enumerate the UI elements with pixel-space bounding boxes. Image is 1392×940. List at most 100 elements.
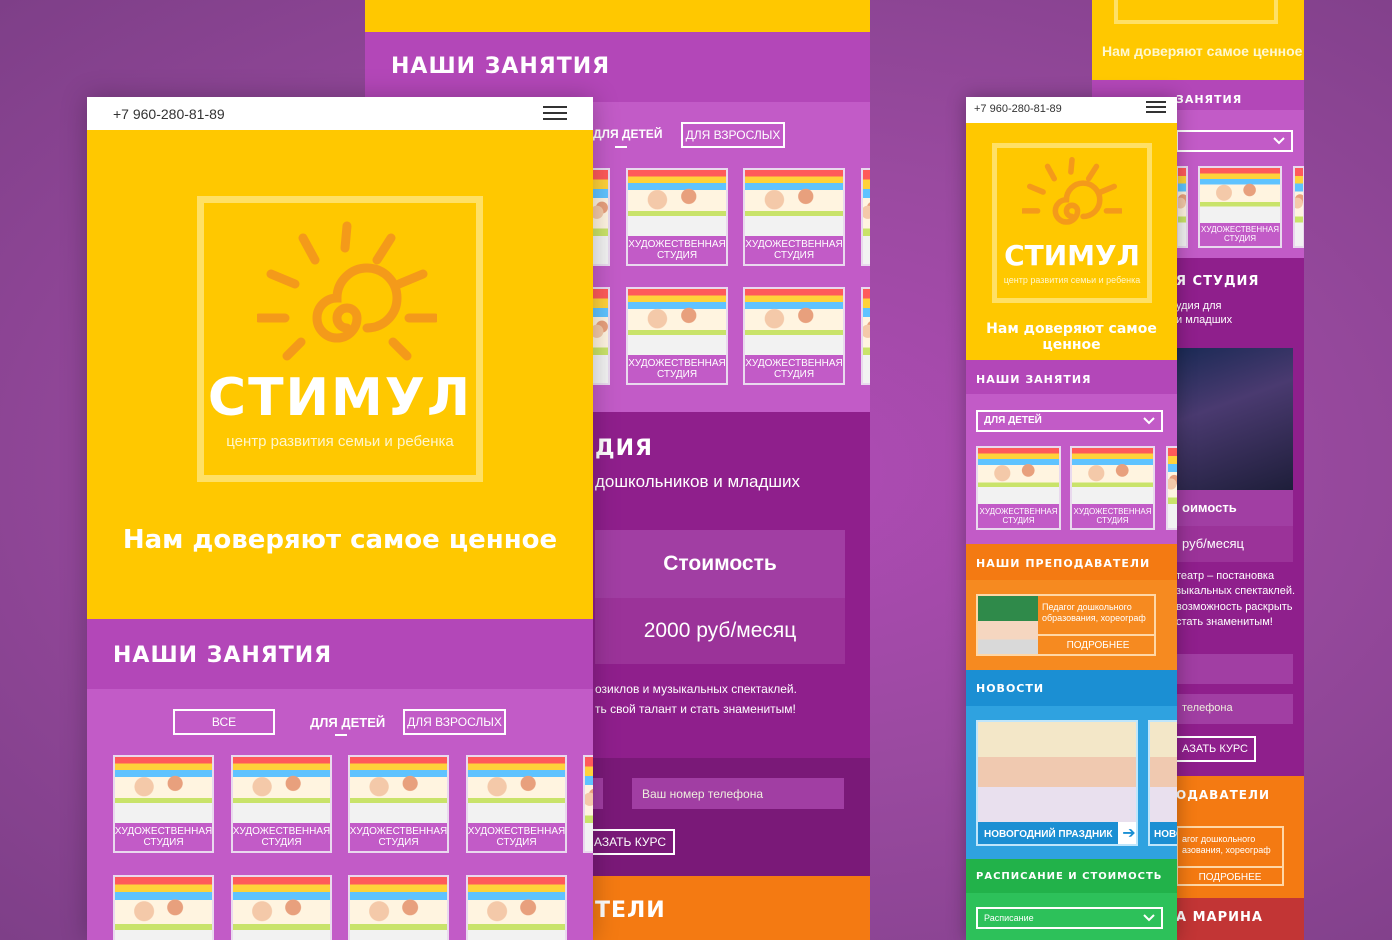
back-phone-logo-frame [1114,0,1278,24]
course-card[interactable]: ХУДОЖЕСТВЕННАЯ СТУДИЯ [1070,446,1155,530]
news-card[interactable]: НОВОГОДНИЙ ПРАЗДНИК ➔ [976,720,1138,846]
back-filter-adults[interactable]: ДЛЯ ВЗРОСЛЫХ [681,122,785,148]
course-card[interactable]: ХУДОЖЕСТВЕННАЯ СТУДИЯ [231,755,332,853]
schedule-title: РАСПИСАНИЕ И СТОИМОСТЬ [976,871,1163,882]
course-card[interactable] [590,287,610,385]
back-phone-phone-input[interactable]: телефона [1176,694,1293,724]
phone-news-list: НОВОГОДНИЙ ПРАЗДНИК ➔ НОВО [966,706,1177,859]
back-phone-order-button[interactable]: АЗАТЬ КУРС [1176,736,1256,762]
course-card[interactable]: ХУДОЖЕСТВЕННАЯ СТУДИЯ [348,755,449,853]
back-classes-title: НАШИ ЗАНЯТИЯ [391,54,611,79]
course-card[interactable] [1176,166,1188,248]
hero-slogan: Нам доверяют самое ценное [122,525,558,555]
back-phone-hero: Нам доверяют самое ценное [1092,0,1304,80]
back-phone-text-4: стать знаменитым! [1176,616,1273,628]
course-card[interactable]: ХУДОЖЕСТВЕННАЯ СТУДИЯ [743,168,845,266]
sun-logo-icon [257,221,437,361]
course-card[interactable] [231,875,332,940]
back-hero-strip [365,0,870,32]
course-card[interactable]: ХУДОЖЕСТВЕННАЯ СТУДИЯ [626,287,728,385]
chevron-down-icon [1273,137,1285,145]
back-name-input[interactable] [593,778,603,809]
back-phone-filter-select[interactable] [1176,130,1293,152]
back-phone-teacher-card[interactable]: агог дошкольного азования, хореограф ПОД… [1176,826,1284,886]
back-phone-name-input[interactable] [1176,654,1293,684]
course-card[interactable] [1293,166,1304,248]
phone-classes-header: НАШИ ЗАНЯТИЯ [966,360,1177,394]
top-bar: +7 960-280-81-89 [87,97,593,130]
course-card[interactable] [466,875,567,940]
phone-top-bar: +7 960-280-81-89 [966,97,1177,123]
news-title: НОВОСТИ [976,682,1045,695]
hamburger-menu-icon[interactable] [543,102,567,124]
filter-select[interactable]: ДЛЯ ДЕТЕЙ [976,410,1163,432]
sun-logo-icon [1022,157,1122,225]
back-phone-desc-2: и младших [1176,314,1233,326]
schedule-select[interactable]: Расписание [976,907,1163,929]
course-card[interactable] [861,168,870,266]
logo-name: СТИМУЛ [207,368,473,428]
classes-grid: ВСЕ ДЛЯ ДЕТЕЙ ДЛЯ ВЗРОСЛЫХ ХУДОЖЕСТВЕННА… [87,689,593,940]
back-phone-text-1: театр – постановка [1176,570,1275,582]
course-card[interactable]: ХУДОЖЕСТВЕННАЯ СТУДИЯ [626,168,728,266]
logo-tagline: центр развития семьи и ребенка [1003,275,1141,285]
back-phone-teachers-title: ОДАВАТЕЛИ [1176,788,1271,802]
course-card[interactable] [113,875,214,940]
phone-hero: СТИМУЛ центр развития семьи и ребенка На… [966,123,1177,360]
back-order-button[interactable]: АЗАТЬ КУРС [587,829,675,855]
back-phone-price-label: оимость [1182,500,1237,515]
hero-slogan: Нам доверяют самое ценное [986,321,1157,353]
course-card[interactable] [348,875,449,940]
news-caption-bar: НОВОГОДНИЙ ПРАЗДНИК ➔ [978,822,1136,844]
filter-all-button[interactable]: ВСЕ [173,709,275,735]
course-card[interactable] [583,755,593,853]
theater-photo [1176,348,1293,490]
course-card[interactable]: ХУДОЖЕСТВЕННАЯ СТУДИЯ [976,446,1061,530]
course-card[interactable] [861,287,870,385]
classes-title: НАШИ ЗАНЯТИЯ [113,643,333,668]
news-caption-bar: НОВО [1150,822,1177,844]
back-phone-text-3: возможность раскрыть [1176,601,1293,613]
back-phone-price-box: руб/месяц [1176,526,1293,562]
course-card[interactable]: ХУДОЖЕСТВЕННАЯ СТУДИЯ [743,287,845,385]
back-price-box: 2000 руб/месяц [595,598,845,664]
back-filter-kids[interactable]: ДЛЯ ДЕТЕЙ [593,127,662,141]
filter-adults-button[interactable]: ДЛЯ ВЗРОСЛЫХ [403,709,506,735]
teacher-more-button[interactable]: ПОДРОБНЕЕ [1038,634,1154,651]
back-price-value: 2000 руб/месяц [643,619,797,642]
phone-number[interactable]: +7 960-280-81-89 [974,103,1062,115]
back-phone-teacher-name: А МАРИНА [1176,910,1263,925]
news-caption: НОВОГОДНИЙ ПРАЗДНИК [984,829,1113,840]
back-studio-desc: дошкольников и младших [595,472,801,491]
phone-number[interactable]: +7 960-280-81-89 [113,106,225,122]
teachers-title: НАШИ ПРЕПОДАВАТЕЛИ [976,557,1151,570]
news-photo [978,722,1136,822]
hero-section: СТИМУЛ центр развития семьи и ребенка На… [87,130,593,619]
front-tablet-mockup: +7 960-280-81-89 СТИМУЛ центр развития с… [87,97,593,940]
filter-kids-tab[interactable]: ДЛЯ ДЕТЕЙ [310,715,385,730]
course-card[interactable]: ХУДОЖЕСТВЕННАЯ СТУДИЯ [1198,166,1282,248]
logo-tagline: центр развития семьи и ребенка [226,433,454,450]
front-phone-mockup: +7 960-280-81-89 СТИМУЛ центр развития с… [966,97,1177,940]
course-card[interactable] [1166,446,1177,530]
filter-select-value: ДЛЯ ДЕТЕЙ [984,415,1042,426]
back-phone-price-label-box: оимость [1176,490,1293,526]
classes-title: НАШИ ЗАНЯТИЯ [976,373,1092,386]
teacher-card[interactable]: Педагог дошкольного образования, хореогр… [976,594,1156,656]
back-phone-more-button[interactable]: ПОДРОБНЕЕ [1178,866,1282,883]
course-card[interactable]: ХУДОЖЕСТВЕННАЯ СТУДИЯ [113,755,214,853]
course-card[interactable] [590,168,610,266]
course-card[interactable]: ХУДОЖЕСТВЕННАЯ СТУДИЯ [466,755,567,853]
phone-classes-grid: ДЛЯ ДЕТЕЙ ХУДОЖЕСТВЕННАЯ СТУДИЯ ХУДОЖЕСТ… [966,394,1177,544]
back-phone-classes-title: ЗАНЯТИЯ [1176,93,1243,106]
back-phone-text-2: зыкальных спектаклей. [1176,585,1296,597]
back-phone-teacher-desc: агог дошкольного азования, хореограф [1182,834,1271,855]
back-studio-title: ДИЯ [595,436,653,461]
back-phone-input[interactable]: Ваш номер телефона [632,778,844,809]
hamburger-menu-icon[interactable] [1146,98,1166,116]
arrow-right-icon[interactable]: ➔ [1118,822,1136,844]
schedule-select-value: Расписание [984,913,1034,923]
back-classes-header: НАШИ ЗАНЯТИЯ [365,32,870,102]
back-phone-slogan: Нам доверяют самое ценное [1102,43,1303,59]
news-card[interactable]: НОВО [1148,720,1177,846]
